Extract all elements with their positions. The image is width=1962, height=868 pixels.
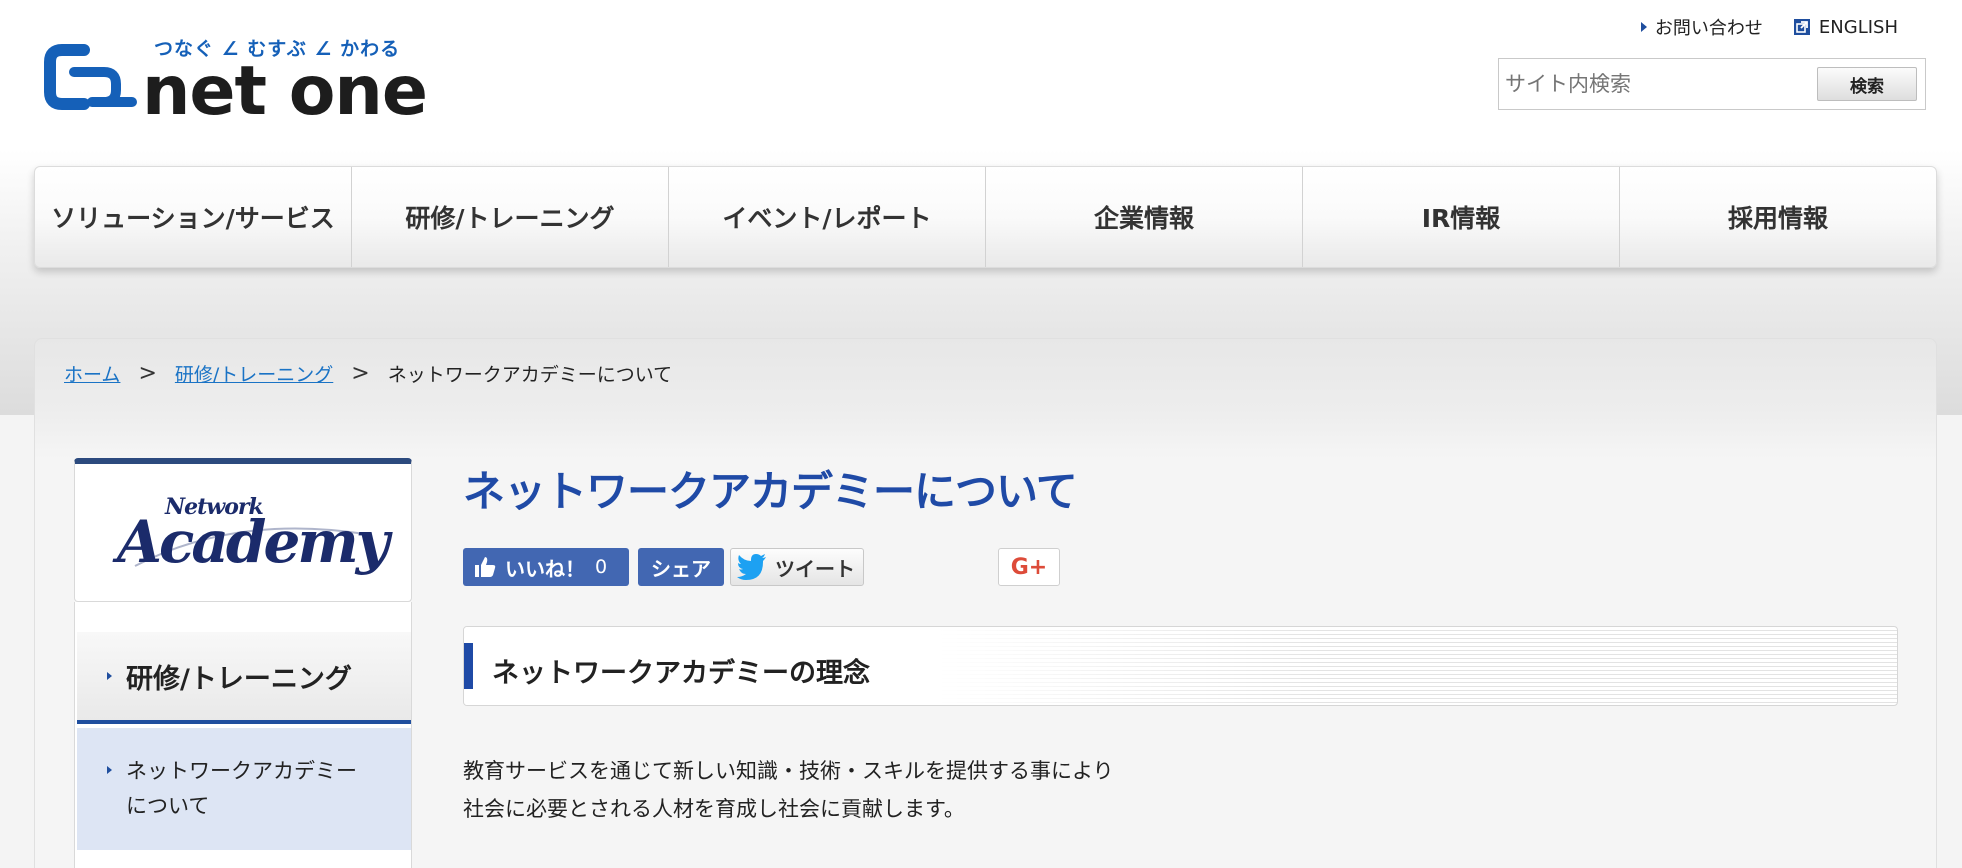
netone-logo-mark-icon xyxy=(44,44,137,110)
tweet-label: ツイート xyxy=(775,556,855,581)
breadcrumb-training-link[interactable]: 研修/トレーニング xyxy=(175,360,333,387)
nav-item-recruit[interactable]: 採用情報 xyxy=(1620,167,1936,267)
twitter-bird-icon xyxy=(737,554,766,580)
like-count: 0 xyxy=(595,556,608,578)
english-link[interactable]: ENGLISH xyxy=(1793,14,1898,40)
logo-wordmark: net one xyxy=(142,52,428,131)
sidebar-item-label: ネットワークアカデミーについて xyxy=(126,759,357,818)
sidebar: Network Academy 研修/トレーニング ネットワークアカデミーについ… xyxy=(74,458,412,868)
like-label: いいね！ xyxy=(505,556,585,581)
sidebar-item-about-academy[interactable]: ネットワークアカデミーについて xyxy=(77,728,411,850)
contact-link[interactable]: お問い合わせ xyxy=(1640,14,1763,40)
google-plus-button[interactable]: G+ xyxy=(998,548,1060,586)
tweet-button[interactable]: ツイート xyxy=(730,548,864,586)
page-title: ネットワークアカデミーについて xyxy=(463,467,1078,516)
nav-item-company[interactable]: 企業情報 xyxy=(986,167,1303,267)
thumbs-up-icon xyxy=(475,557,496,577)
triangle-right-icon xyxy=(1640,22,1647,32)
body-line: 社会に必要とされる人材を育成し社会に貢献します。 xyxy=(463,797,965,821)
external-link-icon xyxy=(1793,19,1810,35)
sidebar-menu: 研修/トレーニング ネットワークアカデミーについて xyxy=(74,602,412,868)
section-heading: ネットワークアカデミーの理念 xyxy=(463,626,1898,706)
nav-item-training[interactable]: 研修/トレーニング xyxy=(352,167,669,267)
breadcrumb-separator: > xyxy=(138,361,157,386)
search-button[interactable]: 検索 xyxy=(1817,67,1917,101)
facebook-like-button[interactable]: いいね！ 0 xyxy=(463,548,629,586)
social-buttons: いいね！ 0 シェア ツイート G+ xyxy=(463,548,1463,588)
site-search: 検索 xyxy=(1498,58,1926,110)
breadcrumb-separator: > xyxy=(351,361,370,386)
global-nav: ソリューション/サービス 研修/トレーニング イベント/レポート 企業情報 IR… xyxy=(34,166,1937,268)
facebook-share-button[interactable]: シェア xyxy=(638,548,724,586)
body-line: 教育サービスを通じて新しい知識・技術・スキルを提供する事により xyxy=(463,759,1114,783)
section-heading-accent-bar xyxy=(464,643,473,689)
nav-item-events[interactable]: イベント/レポート xyxy=(669,167,986,267)
triangle-right-icon xyxy=(107,766,112,774)
site-logo[interactable]: つなぐ ∠ むすぶ ∠ かわる net one xyxy=(44,34,444,131)
utility-links: お問い合わせ ENGLISH xyxy=(1640,14,1898,40)
sidebar-item-training[interactable]: 研修/トレーニング xyxy=(77,632,411,724)
english-link-label: ENGLISH xyxy=(1818,16,1898,38)
breadcrumb-home-link[interactable]: ホーム xyxy=(64,360,120,387)
nav-item-ir[interactable]: IR情報 xyxy=(1303,167,1620,267)
triangle-right-icon xyxy=(107,672,112,680)
contact-link-label: お問い合わせ xyxy=(1654,18,1763,39)
breadcrumb: ホーム > 研修/トレーニング > ネットワークアカデミーについて xyxy=(64,360,672,387)
philosophy-text: 教育サービスを通じて新しい知識・技術・スキルを提供する事により 社会に必要とされ… xyxy=(463,752,1114,828)
network-academy-logo[interactable]: Network Academy xyxy=(74,458,412,602)
search-input[interactable] xyxy=(1505,72,1817,96)
sidebar-item-label: 研修/トレーニング xyxy=(126,663,352,695)
breadcrumb-current: ネットワークアカデミーについて xyxy=(387,364,673,386)
academy-logo-big-text: Academy xyxy=(117,508,389,576)
section-heading-text: ネットワークアカデミーの理念 xyxy=(492,658,870,689)
nav-item-solutions[interactable]: ソリューション/サービス xyxy=(35,167,352,267)
